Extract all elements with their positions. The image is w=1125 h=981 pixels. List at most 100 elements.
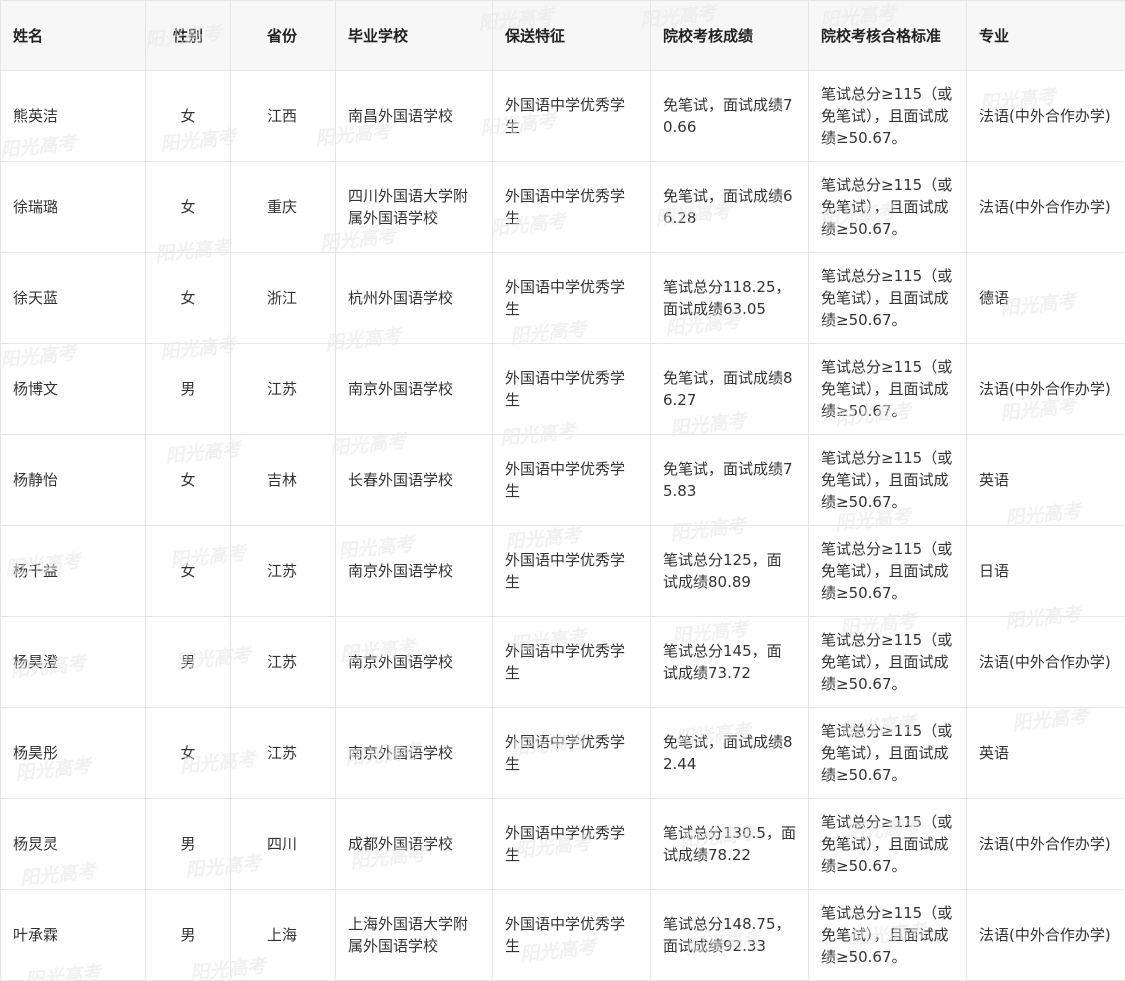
cell-standard: 笔试总分≥115（或免笔试），且面试成绩≥50.67。 bbox=[809, 253, 967, 344]
cell-major: 法语(中外合作办学) bbox=[967, 71, 1125, 162]
cell-name: 徐天蓝 bbox=[1, 253, 146, 344]
cell-standard: 笔试总分≥115（或免笔试），且面试成绩≥50.67。 bbox=[809, 71, 967, 162]
cell-standard: 笔试总分≥115（或免笔试），且面试成绩≥50.67。 bbox=[809, 526, 967, 617]
cell-feature: 外国语中学优秀学生 bbox=[493, 708, 651, 799]
cell-standard: 笔试总分≥115（或免笔试），且面试成绩≥50.67。 bbox=[809, 435, 967, 526]
header-feature: 保送特征 bbox=[493, 1, 651, 71]
header-standard: 院校考核合格标准 bbox=[809, 1, 967, 71]
cell-major: 日语 bbox=[967, 526, 1125, 617]
table-row: 杨昊彤女江苏南京外国语学校外国语中学优秀学生免笔试，面试成绩82.44笔试总分≥… bbox=[1, 708, 1125, 799]
cell-score: 免笔试，面试成绩86.27 bbox=[651, 344, 809, 435]
cell-gender: 女 bbox=[146, 435, 231, 526]
table-row: 熊英洁女江西南昌外国语学校外国语中学优秀学生免笔试，面试成绩70.66笔试总分≥… bbox=[1, 71, 1125, 162]
cell-score: 笔试总分118.25，面试成绩63.05 bbox=[651, 253, 809, 344]
cell-province: 浙江 bbox=[231, 253, 336, 344]
cell-standard: 笔试总分≥115（或免笔试），且面试成绩≥50.67。 bbox=[809, 344, 967, 435]
cell-major: 英语 bbox=[967, 708, 1125, 799]
cell-standard: 笔试总分≥115（或免笔试），且面试成绩≥50.67。 bbox=[809, 162, 967, 253]
cell-score: 笔试总分125，面试成绩80.89 bbox=[651, 526, 809, 617]
cell-name: 熊英洁 bbox=[1, 71, 146, 162]
cell-name: 叶承霖 bbox=[1, 890, 146, 981]
header-school: 毕业学校 bbox=[336, 1, 493, 71]
table-row: 杨炅灵男四川成都外国语学校外国语中学优秀学生笔试总分130.5，面试成绩78.2… bbox=[1, 799, 1125, 890]
cell-province: 江西 bbox=[231, 71, 336, 162]
cell-name: 杨千益 bbox=[1, 526, 146, 617]
cell-score: 免笔试，面试成绩70.66 bbox=[651, 71, 809, 162]
cell-school: 南京外国语学校 bbox=[336, 617, 493, 708]
header-province: 省份 bbox=[231, 1, 336, 71]
cell-score: 笔试总分148.75，面试成绩92.33 bbox=[651, 890, 809, 981]
cell-gender: 女 bbox=[146, 253, 231, 344]
cell-standard: 笔试总分≥115（或免笔试），且面试成绩≥50.67。 bbox=[809, 890, 967, 981]
cell-major: 法语(中外合作办学) bbox=[967, 162, 1125, 253]
cell-gender: 女 bbox=[146, 162, 231, 253]
header-gender: 性别 bbox=[146, 1, 231, 71]
cell-feature: 外国语中学优秀学生 bbox=[493, 890, 651, 981]
cell-gender: 男 bbox=[146, 799, 231, 890]
cell-standard: 笔试总分≥115（或免笔试），且面试成绩≥50.67。 bbox=[809, 617, 967, 708]
cell-feature: 外国语中学优秀学生 bbox=[493, 799, 651, 890]
header-score: 院校考核成绩 bbox=[651, 1, 809, 71]
cell-gender: 女 bbox=[146, 708, 231, 799]
cell-feature: 外国语中学优秀学生 bbox=[493, 162, 651, 253]
cell-gender: 女 bbox=[146, 526, 231, 617]
cell-name: 杨昊彤 bbox=[1, 708, 146, 799]
cell-province: 江苏 bbox=[231, 344, 336, 435]
cell-province: 四川 bbox=[231, 799, 336, 890]
cell-school: 长春外国语学校 bbox=[336, 435, 493, 526]
cell-school: 南京外国语学校 bbox=[336, 708, 493, 799]
cell-province: 江苏 bbox=[231, 708, 336, 799]
cell-major: 德语 bbox=[967, 253, 1125, 344]
table-header-row: 姓名 性别 省份 毕业学校 保送特征 院校考核成绩 院校考核合格标准 专业 bbox=[1, 1, 1125, 71]
cell-name: 杨炅灵 bbox=[1, 799, 146, 890]
cell-name: 杨静怡 bbox=[1, 435, 146, 526]
cell-score: 免笔试，面试成绩66.28 bbox=[651, 162, 809, 253]
cell-school: 四川外国语大学附属外国语学校 bbox=[336, 162, 493, 253]
cell-name: 杨博文 bbox=[1, 344, 146, 435]
table-row: 杨博文男江苏南京外国语学校外国语中学优秀学生免笔试，面试成绩86.27笔试总分≥… bbox=[1, 344, 1125, 435]
cell-standard: 笔试总分≥115（或免笔试），且面试成绩≥50.67。 bbox=[809, 799, 967, 890]
cell-school: 成都外国语学校 bbox=[336, 799, 493, 890]
cell-score: 免笔试，面试成绩75.83 bbox=[651, 435, 809, 526]
cell-province: 重庆 bbox=[231, 162, 336, 253]
cell-school: 杭州外国语学校 bbox=[336, 253, 493, 344]
cell-school: 南京外国语学校 bbox=[336, 344, 493, 435]
cell-feature: 外国语中学优秀学生 bbox=[493, 344, 651, 435]
table-row: 徐天蓝女浙江杭州外国语学校外国语中学优秀学生笔试总分118.25，面试成绩63.… bbox=[1, 253, 1125, 344]
cell-major: 法语(中外合作办学) bbox=[967, 890, 1125, 981]
cell-school: 南昌外国语学校 bbox=[336, 71, 493, 162]
cell-major: 英语 bbox=[967, 435, 1125, 526]
header-name: 姓名 bbox=[1, 1, 146, 71]
cell-gender: 男 bbox=[146, 344, 231, 435]
table-row: 杨千益女江苏南京外国语学校外国语中学优秀学生笔试总分125，面试成绩80.89笔… bbox=[1, 526, 1125, 617]
cell-gender: 女 bbox=[146, 71, 231, 162]
cell-feature: 外国语中学优秀学生 bbox=[493, 71, 651, 162]
cell-major: 法语(中外合作办学) bbox=[967, 617, 1125, 708]
cell-school: 南京外国语学校 bbox=[336, 526, 493, 617]
cell-gender: 男 bbox=[146, 617, 231, 708]
admission-results-table: 姓名 性别 省份 毕业学校 保送特征 院校考核成绩 院校考核合格标准 专业 熊英… bbox=[0, 0, 1125, 981]
table-row: 杨昊澄男江苏南京外国语学校外国语中学优秀学生笔试总分145，面试成绩73.72笔… bbox=[1, 617, 1125, 708]
cell-gender: 男 bbox=[146, 890, 231, 981]
table-row: 叶承霖男上海上海外国语大学附属外国语学校外国语中学优秀学生笔试总分148.75，… bbox=[1, 890, 1125, 981]
cell-major: 法语(中外合作办学) bbox=[967, 344, 1125, 435]
cell-score: 笔试总分130.5，面试成绩78.22 bbox=[651, 799, 809, 890]
cell-feature: 外国语中学优秀学生 bbox=[493, 526, 651, 617]
header-major: 专业 bbox=[967, 1, 1125, 71]
cell-province: 吉林 bbox=[231, 435, 336, 526]
cell-score: 免笔试，面试成绩82.44 bbox=[651, 708, 809, 799]
cell-score: 笔试总分145，面试成绩73.72 bbox=[651, 617, 809, 708]
cell-name: 徐瑞璐 bbox=[1, 162, 146, 253]
cell-province: 上海 bbox=[231, 890, 336, 981]
cell-feature: 外国语中学优秀学生 bbox=[493, 253, 651, 344]
cell-standard: 笔试总分≥115（或免笔试），且面试成绩≥50.67。 bbox=[809, 708, 967, 799]
cell-feature: 外国语中学优秀学生 bbox=[493, 617, 651, 708]
cell-school: 上海外国语大学附属外国语学校 bbox=[336, 890, 493, 981]
cell-province: 江苏 bbox=[231, 617, 336, 708]
cell-feature: 外国语中学优秀学生 bbox=[493, 435, 651, 526]
cell-name: 杨昊澄 bbox=[1, 617, 146, 708]
cell-province: 江苏 bbox=[231, 526, 336, 617]
table-row: 徐瑞璐女重庆四川外国语大学附属外国语学校外国语中学优秀学生免笔试，面试成绩66.… bbox=[1, 162, 1125, 253]
cell-major: 法语(中外合作办学) bbox=[967, 799, 1125, 890]
table-row: 杨静怡女吉林长春外国语学校外国语中学优秀学生免笔试，面试成绩75.83笔试总分≥… bbox=[1, 435, 1125, 526]
